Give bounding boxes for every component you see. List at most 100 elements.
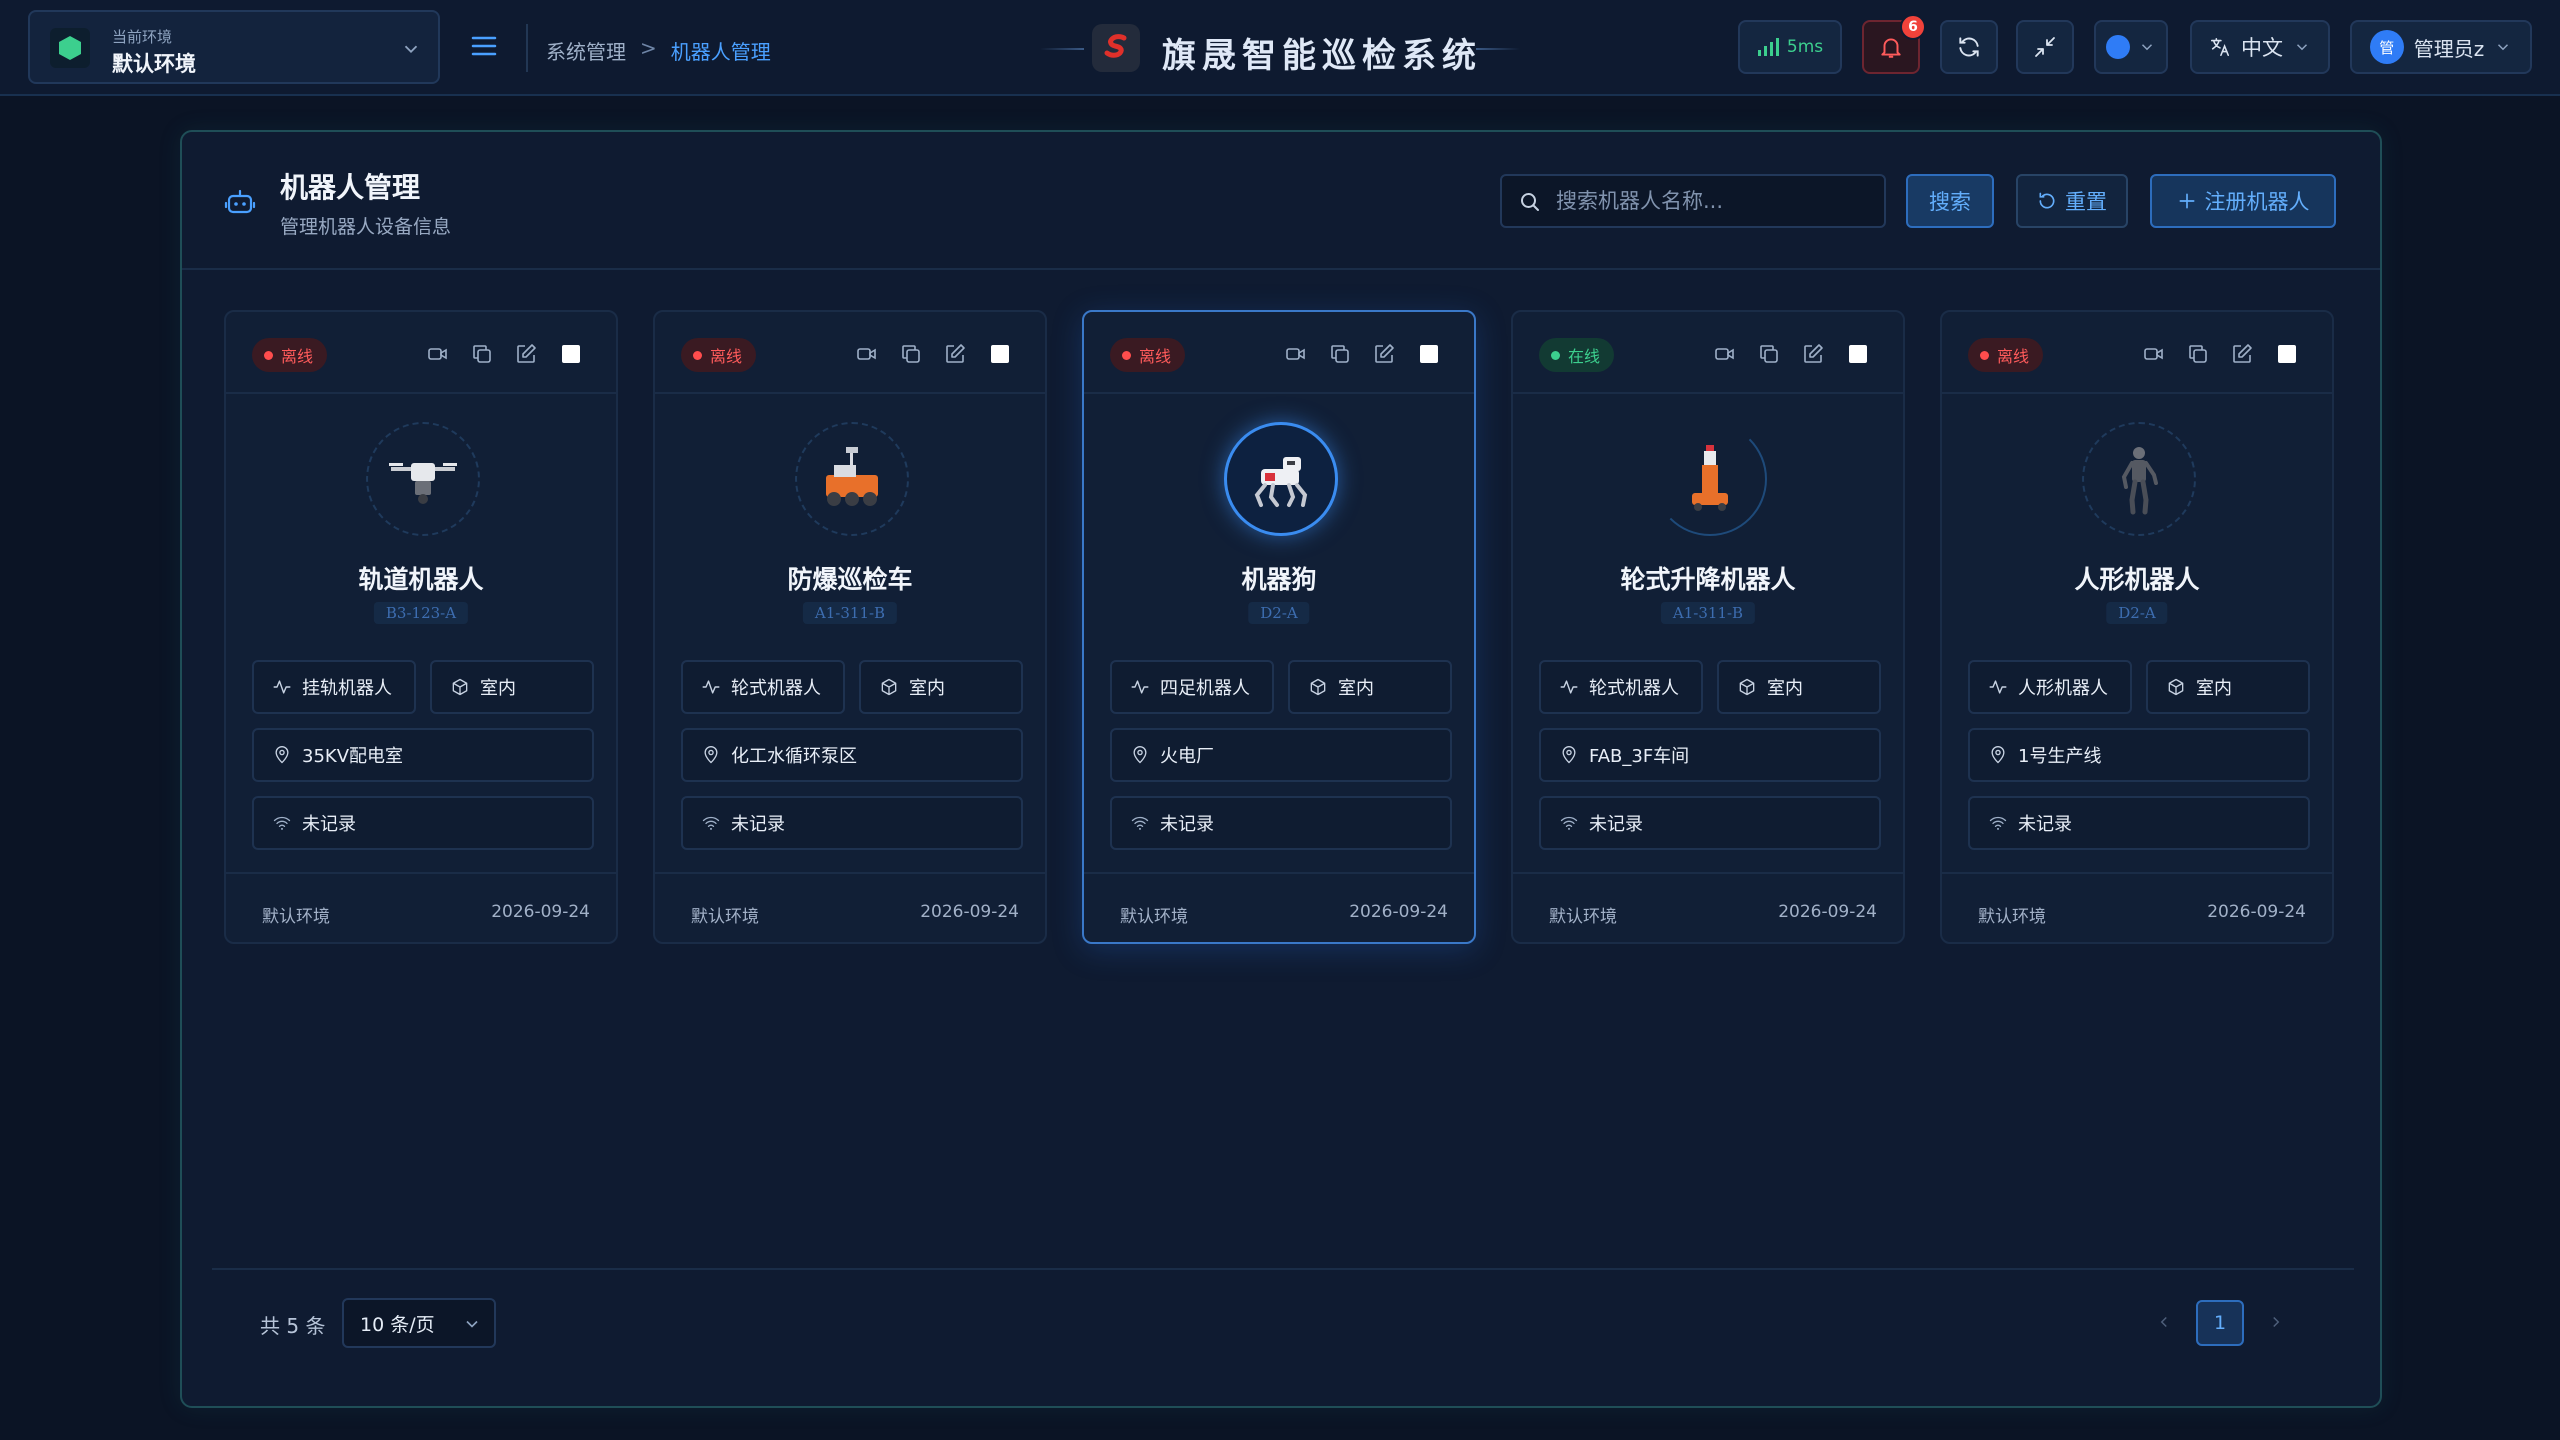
select-checkbox[interactable] bbox=[2278, 345, 2296, 363]
robot-card[interactable]: 在线 轮式升降机器人 A1-311-B 轮式机器人 室内 FAB_3F车间 未记… bbox=[1511, 310, 1905, 944]
robot-environment: 默认环境 bbox=[262, 907, 330, 927]
robot-date: 2026-09-24 bbox=[2207, 902, 2306, 922]
language-switcher[interactable]: 中文 bbox=[2190, 20, 2330, 74]
page-size-value: 10 条/页 bbox=[360, 1313, 435, 1336]
copy-icon[interactable] bbox=[1757, 342, 1781, 366]
avatar: 管 bbox=[2369, 30, 2404, 64]
robot-environment: 默认环境 bbox=[691, 907, 759, 927]
next-page-button[interactable] bbox=[2260, 1306, 2292, 1338]
robot-code: D2-A bbox=[2106, 602, 2168, 624]
search-field[interactable] bbox=[1500, 174, 1886, 228]
page-number-current[interactable]: 1 bbox=[2196, 1300, 2244, 1346]
robot-card[interactable]: 离线 人形机器人 D2-A 人形机器人 室内 1号生产线 未记录 默认环境 20… bbox=[1940, 310, 2334, 944]
page-size-select[interactable]: 10 条/页 bbox=[342, 1298, 496, 1348]
status-badge: 离线 bbox=[1968, 338, 2044, 372]
robot-code: B3-123-A bbox=[373, 602, 469, 624]
app-title: 旗晟智能巡检系统 bbox=[1162, 36, 1482, 76]
menu-toggle-icon[interactable] bbox=[468, 30, 500, 62]
wifi-icon bbox=[1560, 816, 1578, 830]
notifications-button[interactable]: 6 bbox=[1862, 14, 1926, 74]
activity-icon bbox=[1560, 680, 1578, 694]
location-pin-icon bbox=[1133, 746, 1147, 764]
user-menu[interactable]: 管 管理员z bbox=[2350, 20, 2532, 74]
reset-button[interactable]: 重置 bbox=[2016, 174, 2128, 228]
breadcrumb-current: 机器人管理 bbox=[670, 40, 771, 64]
copy-icon[interactable] bbox=[2186, 342, 2210, 366]
robot-date: 2026-09-24 bbox=[491, 902, 590, 922]
environment-icon bbox=[50, 28, 90, 68]
activity-icon bbox=[702, 680, 720, 694]
breadcrumb-separator: > bbox=[640, 36, 657, 60]
robot-environment: 默认环境 bbox=[1549, 907, 1617, 927]
robot-card[interactable]: 离线 机器狗 D2-A 四足机器人 室内 火电厂 未记录 默认环境 2026-0… bbox=[1082, 310, 1476, 944]
cube-icon bbox=[881, 678, 897, 696]
refresh-button[interactable] bbox=[1940, 20, 1998, 74]
video-icon[interactable] bbox=[426, 342, 450, 366]
select-checkbox[interactable] bbox=[562, 345, 580, 363]
robot-type: 挂轨机器人 bbox=[252, 660, 416, 714]
activity-icon bbox=[1989, 680, 2007, 694]
cube-icon bbox=[452, 678, 468, 696]
environment-switcher[interactable]: 当前环境 默认环境 bbox=[28, 10, 440, 84]
robot-card[interactable]: 离线 轨道机器人 B3-123-A 挂轨机器人 室内 35KV配电室 未记录 默… bbox=[224, 310, 618, 944]
edit-icon[interactable] bbox=[943, 342, 967, 366]
location-pin-icon bbox=[704, 746, 718, 764]
edit-icon[interactable] bbox=[1801, 342, 1825, 366]
humanoid-robot-icon bbox=[2082, 422, 2196, 536]
reset-button-label: 重置 bbox=[2065, 190, 2107, 214]
robot-dog-icon bbox=[1224, 422, 1338, 536]
status-badge: 离线 bbox=[252, 338, 328, 372]
video-icon[interactable] bbox=[1713, 342, 1737, 366]
search-input[interactable] bbox=[1554, 184, 1874, 218]
status-badge: 离线 bbox=[681, 338, 757, 372]
register-robot-label: 注册机器人 bbox=[2204, 190, 2310, 214]
select-checkbox[interactable] bbox=[991, 345, 1009, 363]
robot-location: 35KV配电室 bbox=[252, 728, 594, 782]
robot-network: 未记录 bbox=[1968, 796, 2310, 850]
copy-icon[interactable] bbox=[899, 342, 923, 366]
robot-network: 未记录 bbox=[252, 796, 594, 850]
copy-icon[interactable] bbox=[470, 342, 494, 366]
robot-card[interactable]: 离线 防爆巡检车 A1-311-B 轮式机器人 室内 化工水循环泵区 未记录 默… bbox=[653, 310, 1047, 944]
robot-environment: 默认环境 bbox=[1978, 907, 2046, 927]
robot-location: 化工水循环泵区 bbox=[681, 728, 1023, 782]
search-button[interactable]: 搜索 bbox=[1906, 174, 1994, 228]
card-toolbar: 离线 bbox=[1084, 312, 1474, 394]
edit-icon[interactable] bbox=[1372, 342, 1396, 366]
copy-icon[interactable] bbox=[1328, 342, 1352, 366]
robot-network: 未记录 bbox=[681, 796, 1023, 850]
cube-icon bbox=[1310, 678, 1326, 696]
lift-robot-icon bbox=[1653, 422, 1767, 536]
robot-network: 未记录 bbox=[1539, 796, 1881, 850]
search-icon bbox=[1521, 193, 1539, 211]
video-icon[interactable] bbox=[2142, 342, 2166, 366]
card-toolbar: 离线 bbox=[1942, 312, 2332, 394]
wifi-icon bbox=[1131, 816, 1149, 830]
language-label: 中文 bbox=[2241, 36, 2283, 60]
robot-icon bbox=[224, 189, 256, 214]
activity-icon bbox=[273, 680, 291, 694]
prev-page-button[interactable] bbox=[2148, 1306, 2180, 1338]
video-icon[interactable] bbox=[855, 342, 879, 366]
select-checkbox[interactable] bbox=[1420, 345, 1438, 363]
video-icon[interactable] bbox=[1284, 342, 1308, 366]
status-badge: 在线 bbox=[1539, 338, 1615, 372]
card-toolbar: 离线 bbox=[655, 312, 1045, 394]
translate-icon bbox=[2210, 37, 2230, 57]
robot-placement: 室内 bbox=[2146, 660, 2310, 714]
register-robot-button[interactable]: 注册机器人 bbox=[2150, 174, 2336, 228]
theme-switcher[interactable] bbox=[2094, 20, 2168, 74]
edit-icon[interactable] bbox=[2230, 342, 2254, 366]
location-pin-icon bbox=[275, 746, 289, 764]
location-pin-icon bbox=[1562, 746, 1576, 764]
breadcrumb-parent[interactable]: 系统管理 bbox=[546, 36, 626, 65]
top-bar: 当前环境 默认环境 系统管理 > 机器人管理 旗晟智能巡检系统 5ms 6 中文… bbox=[0, 0, 2560, 96]
robot-placement: 室内 bbox=[859, 660, 1023, 714]
robot-date: 2026-09-24 bbox=[1778, 902, 1877, 922]
activity-icon bbox=[1131, 680, 1149, 694]
network-latency[interactable]: 5ms bbox=[1738, 20, 1842, 74]
select-checkbox[interactable] bbox=[1849, 345, 1867, 363]
edit-icon[interactable] bbox=[514, 342, 538, 366]
exit-fullscreen-button[interactable] bbox=[2016, 20, 2074, 74]
chevron-right-icon bbox=[2273, 1316, 2280, 1328]
